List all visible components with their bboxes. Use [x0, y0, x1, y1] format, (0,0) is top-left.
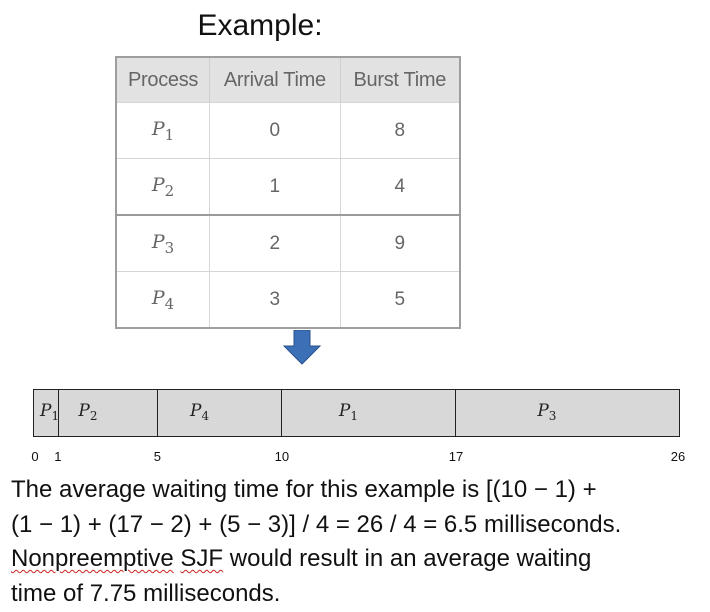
gantt-block-label: P4 — [190, 401, 210, 423]
gantt-block: P1 — [34, 390, 59, 436]
gantt-block: P3 — [456, 390, 679, 436]
burst-cell: 9 — [339, 214, 461, 272]
gantt-block-label: P1 — [40, 401, 60, 423]
table-row: P3 2 9 — [115, 214, 461, 272]
table-row: P1 0 8 — [115, 102, 461, 159]
explanation-text: The average waiting time for this exampl… — [11, 473, 701, 611]
arrival-cell: 2 — [209, 214, 341, 272]
process-cell: P3 — [115, 214, 211, 272]
gantt-chart: P1 P2 P4 P1 P3 — [33, 389, 680, 437]
spellcheck-word: Nonpreemptive — [11, 545, 174, 572]
gantt-tick-label: 0 — [31, 449, 39, 464]
burst-cell: 8 — [339, 102, 461, 159]
gantt-block: P1 — [282, 390, 456, 436]
arrow-down-icon — [282, 330, 322, 365]
slide: Example: Process Arrival Time Burst Time… — [0, 0, 710, 612]
header-arrival-time: Arrival Time — [209, 57, 341, 103]
process-table: Process Arrival Time Burst Time P1 0 8 P… — [115, 56, 461, 329]
gantt-block-label: P2 — [78, 401, 98, 423]
burst-cell: 4 — [339, 158, 461, 216]
explanation-line: time of 7.75 milliseconds. — [11, 579, 281, 607]
explanation-line: (1 − 1) + (17 − 2) + (5 − 3)] / 4 = 26 /… — [11, 510, 622, 538]
arrival-cell: 0 — [209, 102, 341, 159]
gantt-tick-label: 26 — [670, 449, 686, 464]
process-cell: P2 — [115, 158, 211, 216]
table-row: P2 1 4 — [115, 158, 461, 216]
process-cell: P1 — [115, 102, 211, 159]
gantt-block-label: P3 — [537, 401, 557, 423]
explanation-line: The average waiting time for this exampl… — [11, 476, 597, 503]
gantt-tick-label: 5 — [153, 449, 162, 464]
gantt-block: P4 — [158, 390, 283, 436]
gantt-block-label: P1 — [338, 401, 358, 423]
arrival-cell: 1 — [209, 158, 341, 216]
header-burst-time: Burst Time — [339, 57, 461, 103]
header-process: Process — [115, 57, 211, 103]
arrival-cell: 3 — [209, 271, 341, 329]
gantt-tick-label: 10 — [274, 449, 290, 464]
explanation-line: Nonpreemptive SJF would result in an ave… — [11, 545, 592, 572]
gantt-block: P2 — [59, 390, 159, 436]
process-cell: P4 — [115, 271, 211, 329]
gantt-tick-label: 17 — [448, 449, 464, 464]
table-header-row: Process Arrival Time Burst Time — [115, 57, 461, 103]
slide-title: Example: — [197, 9, 323, 42]
burst-cell: 5 — [339, 271, 461, 329]
spellcheck-word: SJF — [180, 545, 224, 572]
table-row: P4 3 5 — [115, 271, 461, 329]
gantt-tick-label: 1 — [54, 449, 62, 464]
